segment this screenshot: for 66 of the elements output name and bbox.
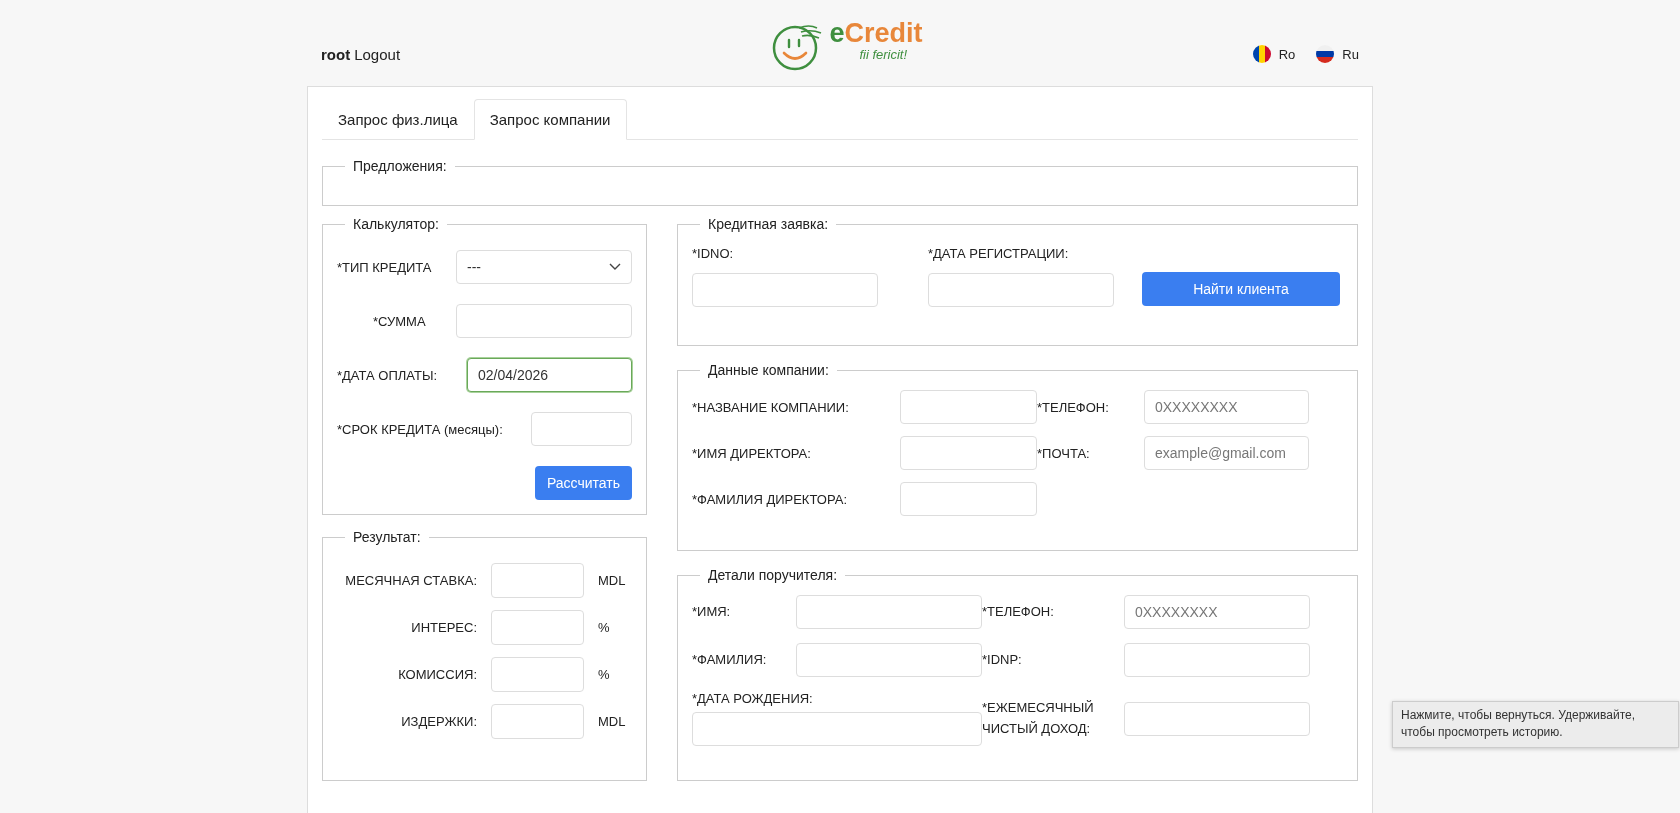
- field-label: *ТИП КРЕДИТА: [337, 259, 432, 275]
- field-label: *ФАМИЛИЯ ДИРЕКТОРА:: [692, 491, 847, 507]
- unit-label: MDL: [598, 573, 626, 588]
- tab[interactable]: Запрос физ.лица: [322, 99, 474, 140]
- tooltip: Нажмите, чтобы вернуться. Удерживайте, чтобы просмотреть историю.: [1392, 701, 1679, 748]
- input-field[interactable]: [692, 273, 878, 307]
- calculate-button[interactable]: Рассчитать: [534, 466, 632, 500]
- field-label: *ИМЯ ДИРЕКТОРА:: [692, 445, 811, 461]
- field-label: *IDNP:: [982, 650, 1023, 669]
- input-field[interactable]: [1124, 701, 1310, 736]
- language-link[interactable]: Ru: [1342, 46, 1359, 62]
- panel-title: Калькулятор:: [352, 216, 440, 232]
- logo-tagline: fii fericit!: [859, 47, 909, 62]
- field-label: *ДАТА РЕГИСТРАЦИИ:: [928, 246, 1070, 261]
- panel-title: Результат:: [352, 529, 422, 545]
- unit-label: %: [598, 620, 610, 635]
- input-field[interactable]: [900, 436, 1037, 470]
- field-label: *ИМЯ:: [692, 602, 731, 621]
- input-field[interactable]: [531, 412, 632, 446]
- unit-label: MDL: [598, 714, 626, 729]
- field-label: *НАЗВАНИЕ КОМПАНИИ:: [692, 399, 849, 415]
- input-field[interactable]: [1124, 643, 1310, 677]
- flag-icon[interactable]: [1315, 44, 1336, 64]
- field-label: *IDNO:: [692, 246, 735, 261]
- input-field[interactable]: [900, 390, 1037, 424]
- panel-title: Данные компании:: [707, 362, 830, 378]
- input-field[interactable]: [491, 657, 584, 692]
- input-field[interactable]: [692, 712, 982, 746]
- input-field[interactable]: 0XXXXXXXX: [1124, 595, 1310, 629]
- field-label: ИНТЕРЕС:: [410, 620, 477, 635]
- input-field[interactable]: 02/04/2026: [467, 358, 632, 392]
- input-field[interactable]: [796, 643, 982, 677]
- input-field[interactable]: example@gmail.com: [1144, 436, 1309, 470]
- input-field[interactable]: [491, 563, 584, 598]
- field-label: МЕСЯЧНАЯ СТАВКА:: [344, 573, 477, 588]
- chevron-down-icon: [609, 263, 621, 271]
- field-label: *СРОК КРЕДИТА (месяцы):: [337, 421, 503, 437]
- input-field[interactable]: [491, 704, 584, 739]
- credit-type-select[interactable]: ---: [456, 250, 632, 284]
- panel-title: Кредитная заявка:: [707, 216, 830, 232]
- field-label: *ТЕЛЕФОН:: [1037, 399, 1110, 415]
- input-field[interactable]: [796, 595, 982, 629]
- logout-link[interactable]: Logout: [354, 45, 401, 63]
- input-field[interactable]: 0XXXXXXXX: [1144, 390, 1309, 424]
- field-label: *СУММА: [373, 313, 426, 329]
- input-field[interactable]: [900, 482, 1037, 516]
- panel-title: Предложения:: [352, 158, 448, 174]
- tab[interactable]: Запрос компании: [473, 99, 627, 140]
- input-field[interactable]: [456, 304, 632, 338]
- flag-icon[interactable]: [1251, 44, 1272, 64]
- field-label: *ФАМИЛИЯ:: [692, 650, 767, 669]
- logo-name: eCredit: [829, 20, 923, 47]
- field-label: *ДАТА ОПЛАТЫ:: [337, 367, 437, 383]
- panel-title: Детали поручителя:: [707, 567, 839, 583]
- unit-label: %: [598, 667, 610, 682]
- user-name: root: [321, 45, 351, 63]
- field-label: *ТЕЛЕФОН:: [982, 602, 1055, 621]
- field-label: ИЗДЕРЖКИ:: [400, 714, 477, 729]
- language-link[interactable]: Ro: [1278, 46, 1296, 62]
- input-field[interactable]: [491, 610, 584, 645]
- find-client-button[interactable]: Найти клиента: [1142, 272, 1340, 306]
- input-field[interactable]: [928, 273, 1114, 307]
- field-label: *ДАТА РОЖДЕНИЯ:: [692, 691, 814, 706]
- field-label: *ЕЖЕМЕСЯЧНЫЙ ЧИСТЫЙ ДОХОД:: [982, 698, 1095, 738]
- field-label: *ПОЧТА:: [1037, 445, 1091, 461]
- field-label: КОМИССИЯ:: [397, 667, 477, 682]
